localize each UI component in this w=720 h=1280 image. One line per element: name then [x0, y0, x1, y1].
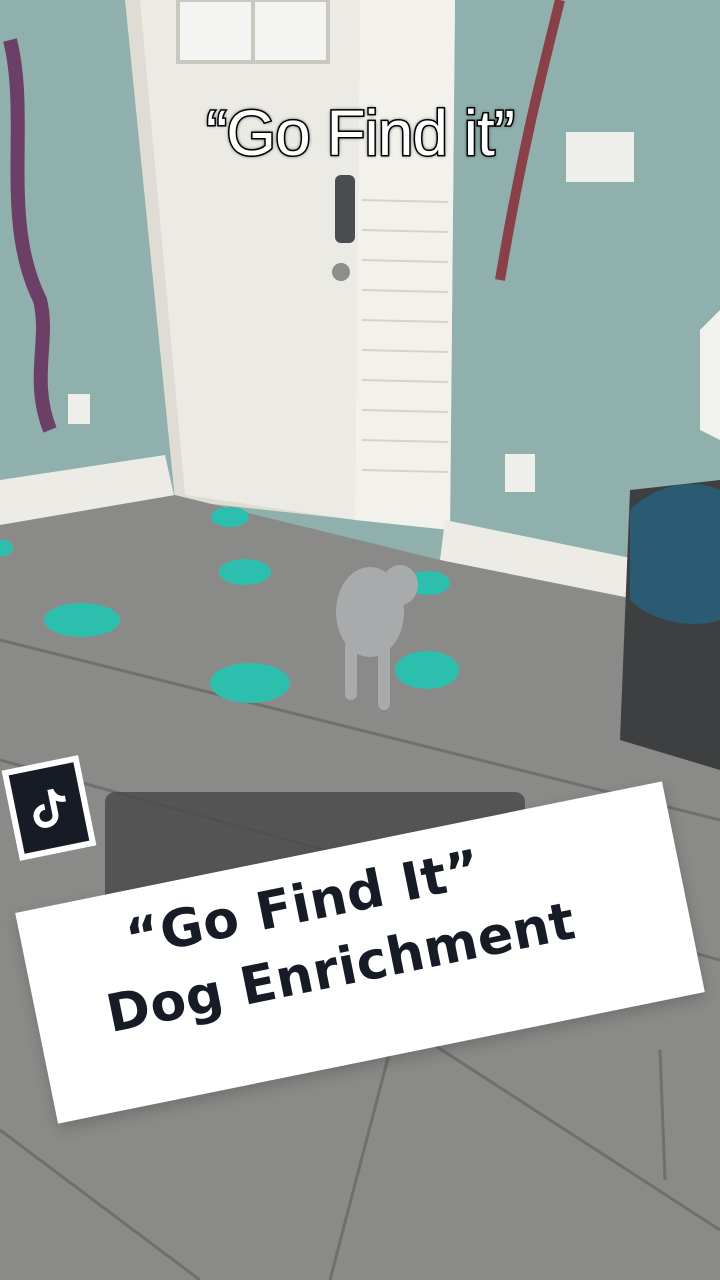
outlet [505, 454, 535, 492]
video-caption: “Go Find it” [204, 96, 516, 171]
door-lock-icon [335, 175, 355, 243]
tiktok-logo-icon [8, 762, 90, 854]
door-knob-icon [332, 263, 350, 281]
blanket [630, 484, 720, 624]
outlet [68, 394, 90, 424]
